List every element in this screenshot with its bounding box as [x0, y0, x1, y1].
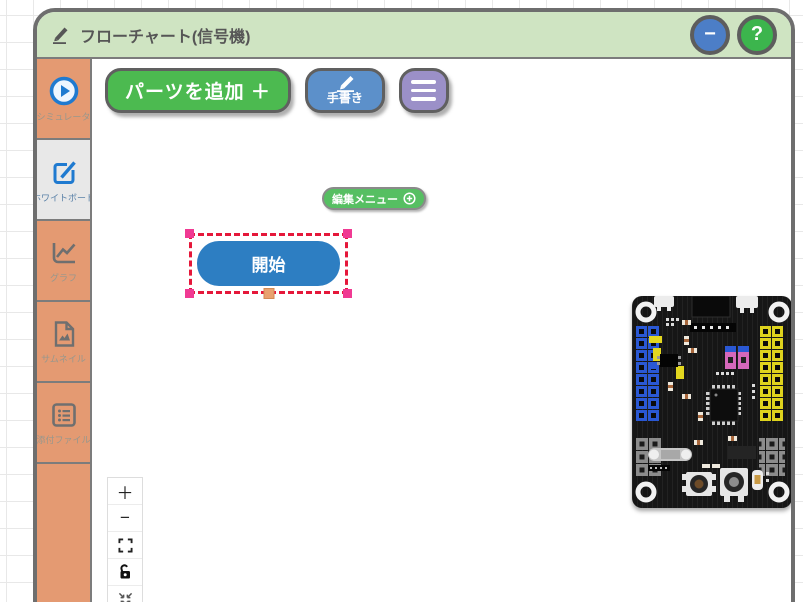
zoom-out-button[interactable]: − [108, 505, 142, 532]
edit-pencil-icon [53, 27, 68, 44]
edit-menu-label: 編集メニュー [332, 193, 398, 206]
sidebar-item-label: グラフ [49, 272, 77, 283]
zoom-controls: ＋ − [107, 477, 143, 602]
play-circle-icon [49, 76, 78, 105]
minimize-button[interactable]: − [690, 14, 730, 55]
hamburger-icon [411, 80, 437, 84]
menu-button[interactable] [398, 68, 449, 113]
handwriting-button[interactable]: 手書き [304, 68, 385, 113]
sidebar-item-label: シミュレータ [37, 111, 90, 122]
minimize-icon: − [704, 23, 716, 45]
selection-handle-bottom-right[interactable] [343, 289, 352, 298]
sidebar-item-whiteboard[interactable]: ホワイトボード [37, 140, 90, 221]
help-button[interactable]: ? [737, 14, 777, 55]
zoom-in-icon: ＋ [116, 483, 134, 503]
selection-handle-top-right[interactable] [343, 229, 352, 238]
sidebar-item-label: 添付ファイル [37, 434, 90, 445]
selection-handle-top-left[interactable] [185, 229, 194, 238]
sidebar-item-attachments[interactable]: 添付ファイル [37, 383, 90, 464]
sidebar-item-graph[interactable]: グラフ [37, 221, 90, 302]
microcontroller-board-image[interactable] [632, 295, 791, 508]
fit-screen-icon [117, 537, 133, 553]
sidebar-item-label: ホワイトボード [37, 192, 90, 203]
page-title: フローチャート(信号機) [80, 28, 251, 46]
edit-square-icon [53, 160, 76, 184]
plus-circle-icon [403, 192, 416, 205]
compress-button[interactable] [108, 586, 142, 602]
fit-screen-button[interactable] [108, 532, 142, 559]
sidebar-item-thumbnail[interactable]: サムネイル [37, 302, 90, 383]
image-document-icon [54, 320, 74, 347]
selection-handle-bottom-left[interactable] [185, 289, 194, 298]
zoom-out-icon: − [120, 508, 130, 527]
sidebar-item-simulator[interactable]: シミュレータ [37, 59, 90, 140]
title-bar: フローチャート(信号機) − ? [37, 12, 791, 59]
add-parts-label: パーツを追加 ＋ [125, 82, 271, 103]
add-parts-button[interactable]: パーツを追加 ＋ [105, 68, 291, 113]
connector-handle[interactable] [263, 288, 274, 299]
start-node-group: 開始 [185, 229, 352, 299]
handwriting-label: 手書き [326, 91, 363, 106]
pencil-icon [336, 76, 354, 93]
sidebar: シミュレータ ホワイトボード グラフ [37, 59, 92, 602]
zoom-in-button[interactable]: ＋ [108, 478, 142, 505]
whiteboard-canvas[interactable]: パーツを追加 ＋ 手書き 編集メニュー 開始 ＋ − [92, 59, 791, 602]
app-window: フローチャート(信号機) − ? シミュレータ ワイトボー グラフ サムネイル … [33, 8, 795, 602]
edit-menu-button[interactable]: 編集メニュー [322, 187, 426, 210]
attachment-list-icon [51, 402, 76, 427]
canvas-toolbar: パーツを追加 ＋ 手書き [105, 68, 449, 113]
question-icon: ? [750, 23, 764, 45]
compress-icon [118, 592, 132, 602]
unlock-button[interactable] [108, 559, 142, 586]
unlock-icon [120, 564, 130, 579]
line-chart-icon [52, 242, 75, 263]
selection-outline [185, 229, 352, 298]
sidebar-item-label: サムネイル [41, 353, 86, 364]
